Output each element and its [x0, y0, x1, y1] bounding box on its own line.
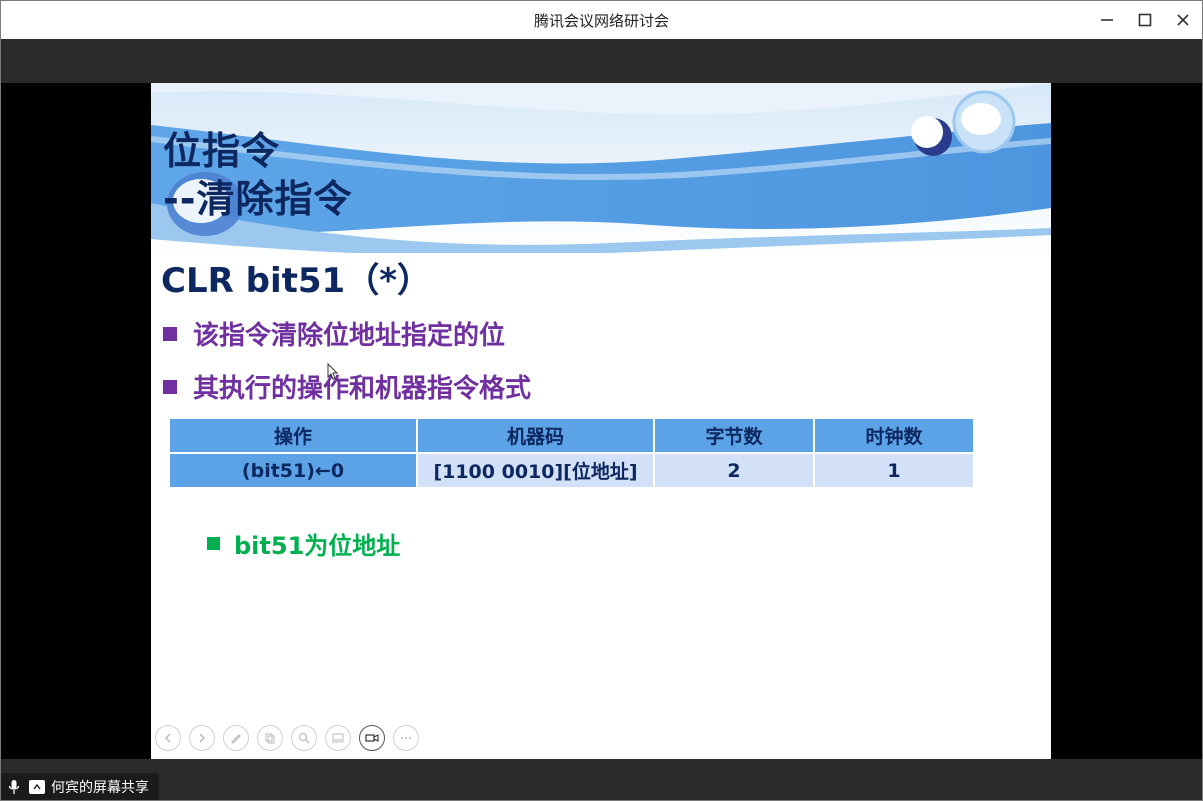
pages-icon [265, 733, 275, 744]
window-title: 腾讯会议网络研讨会 [533, 11, 669, 30]
camera-icon [365, 734, 379, 742]
slide-title: 位指令 --清除指令 [163, 127, 353, 223]
close-icon [1177, 14, 1189, 26]
bullet-item: 该指令清除位地址指定的位 [163, 315, 505, 352]
screen-share-icon [29, 780, 45, 794]
shared-screen-area: 位指令 --清除指令 CLR bit51（*） 该指令清除位地址指定的位 其执行… [1, 83, 1202, 759]
pen-tool-button[interactable] [223, 725, 249, 751]
presentation-slide: 位指令 --清除指令 CLR bit51（*） 该指令清除位地址指定的位 其执行… [151, 83, 1051, 759]
share-label: 何宾的屏幕共享 [51, 780, 149, 796]
pen-icon [231, 734, 241, 744]
slide-title-line1: 位指令 [163, 129, 281, 173]
app-window: 腾讯会议网络研讨会 位指令 --清除指令 CLR bit51（*） 该指令清除位… [0, 0, 1203, 801]
previous-slide-button[interactable] [155, 725, 181, 751]
bottom-status-bar: 何宾的屏幕共享 [1, 759, 1202, 800]
title-bar: 腾讯会议网络研讨会 [1, 1, 1202, 39]
slide-title-line2: --清除指令 [163, 177, 353, 221]
more-icon [401, 737, 411, 739]
minimize-icon [1101, 19, 1113, 21]
sub-bullet-text: bit51为位地址 [234, 532, 401, 560]
bullet-text: 其执行的操作和机器指令格式 [193, 374, 532, 404]
next-icon [199, 733, 206, 743]
zoom-icon [298, 732, 310, 744]
instruction-format-table: 操作 机器码 字节数 时钟数 (bit51)←0 [1100 0010][位地址… [168, 417, 975, 489]
next-slide-button[interactable] [189, 725, 215, 751]
screen-share-badge[interactable]: 何宾的屏幕共享 [1, 773, 159, 800]
top-toolbar [1, 39, 1202, 83]
zoom-button[interactable] [291, 725, 317, 751]
table-row: (bit51)←0 [1100 0010][位地址] 2 1 [170, 454, 973, 487]
more-options-button[interactable] [393, 725, 419, 751]
maximize-icon [1138, 13, 1152, 27]
close-button[interactable] [1164, 1, 1202, 39]
microphone-icon [5, 778, 23, 796]
slide-show-controls [155, 725, 419, 751]
table-header-cell: 时钟数 [815, 419, 973, 452]
square-bullet-icon [163, 326, 177, 341]
table-cell: (bit51)←0 [170, 454, 416, 487]
maximize-button[interactable] [1126, 1, 1164, 39]
instruction-heading: CLR bit51（*） [161, 261, 431, 301]
table-cell: [1100 0010][位地址] [418, 454, 653, 487]
table-header-cell: 字节数 [655, 419, 813, 452]
camera-button[interactable] [359, 725, 385, 751]
bullet-text: 该指令清除位地址指定的位 [193, 321, 506, 351]
square-bullet-icon [207, 537, 220, 550]
table-header-cell: 机器码 [418, 419, 653, 452]
screen-icon [332, 733, 344, 743]
square-bullet-icon [163, 379, 177, 394]
minimize-button[interactable] [1088, 1, 1126, 39]
sub-bullet-item: bit51为位地址 [207, 526, 400, 561]
pages-button[interactable] [257, 725, 283, 751]
previous-icon [164, 733, 171, 743]
table-header-row: 操作 机器码 字节数 时钟数 [170, 419, 973, 452]
table-header-cell: 操作 [170, 419, 416, 452]
table-cell: 1 [815, 454, 973, 487]
bullet-item: 其执行的操作和机器指令格式 [163, 368, 531, 405]
moon-decoration-icon [911, 116, 952, 156]
table-cell: 2 [655, 454, 813, 487]
window-controls [1088, 1, 1202, 39]
screen-button[interactable] [325, 725, 351, 751]
bubble-decoration-icon [952, 90, 1016, 154]
